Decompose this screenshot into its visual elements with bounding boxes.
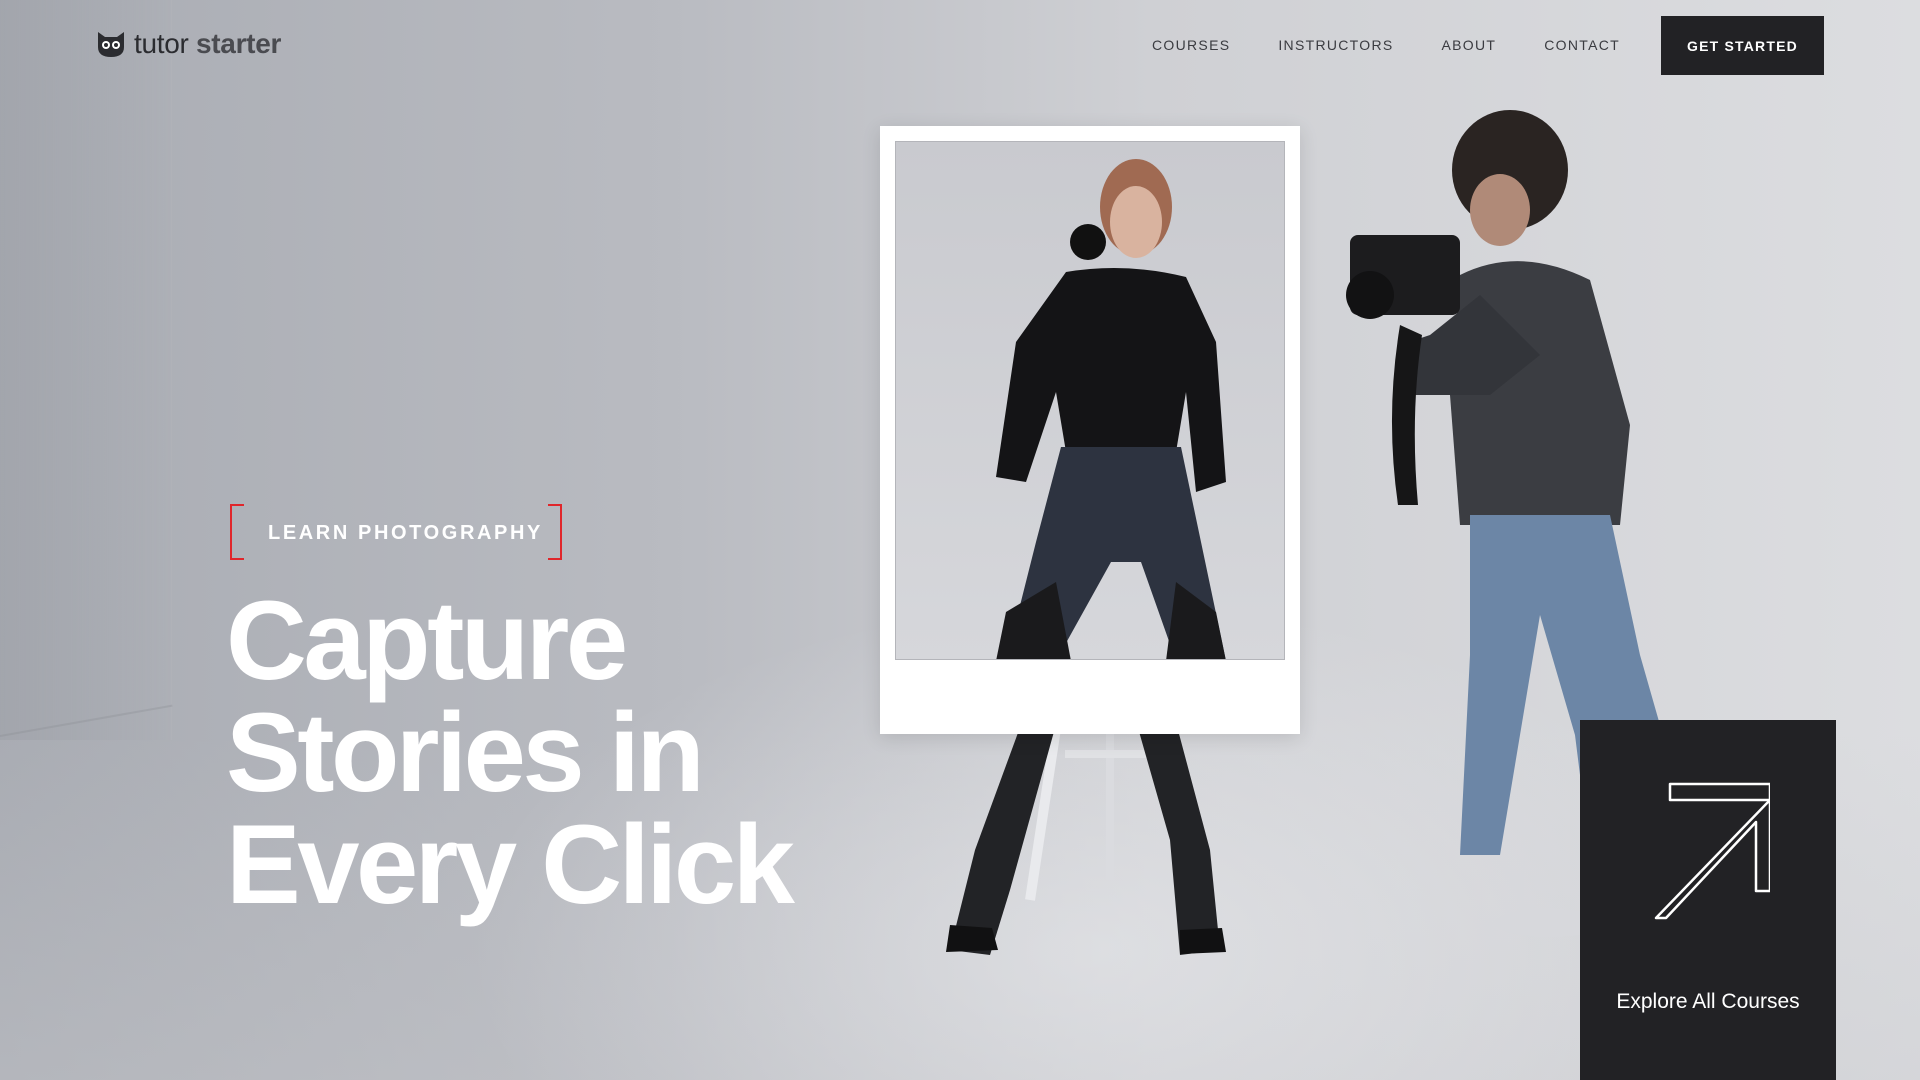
model-legs-illustration	[946, 700, 1226, 955]
eyebrow-tag: LEARN PHOTOGRAPHY	[230, 504, 562, 560]
explore-courses-label: Explore All Courses	[1616, 990, 1800, 1013]
eyebrow-text: LEARN PHOTOGRAPHY	[268, 522, 543, 544]
right-bracket	[548, 504, 562, 560]
nav-instructors[interactable]: INSTRUCTORS	[1278, 37, 1393, 53]
headline-line-3: Every Click	[226, 802, 795, 927]
main-nav: COURSES INSTRUCTORS ABOUT CONTACT	[1152, 0, 1620, 90]
explore-courses-card[interactable]: Explore All Courses	[1580, 720, 1836, 1080]
headline-line-1: Capture	[226, 578, 628, 703]
headline-line-2: Stories in	[226, 690, 705, 815]
brand-name: tutor starter	[134, 28, 281, 60]
nav-courses[interactable]: COURSES	[1152, 37, 1230, 53]
model-photo	[895, 141, 1285, 660]
arrow-up-right-icon	[1654, 782, 1770, 920]
left-bracket	[230, 504, 244, 560]
brand-name-main: tutor	[134, 28, 189, 59]
get-started-button[interactable]: GET STARTED	[1661, 16, 1824, 75]
hero-headline: Capture Stories in Every Click	[226, 585, 846, 921]
owl-icon	[98, 32, 124, 57]
brand-logo[interactable]: tutor starter	[96, 28, 281, 60]
polaroid-frame	[880, 126, 1300, 734]
nav-contact[interactable]: CONTACT	[1544, 37, 1620, 53]
model-illustration	[996, 159, 1226, 659]
nav-about[interactable]: ABOUT	[1442, 37, 1497, 53]
studio-wall	[0, 0, 172, 740]
brand-name-bold: starter	[196, 28, 282, 59]
